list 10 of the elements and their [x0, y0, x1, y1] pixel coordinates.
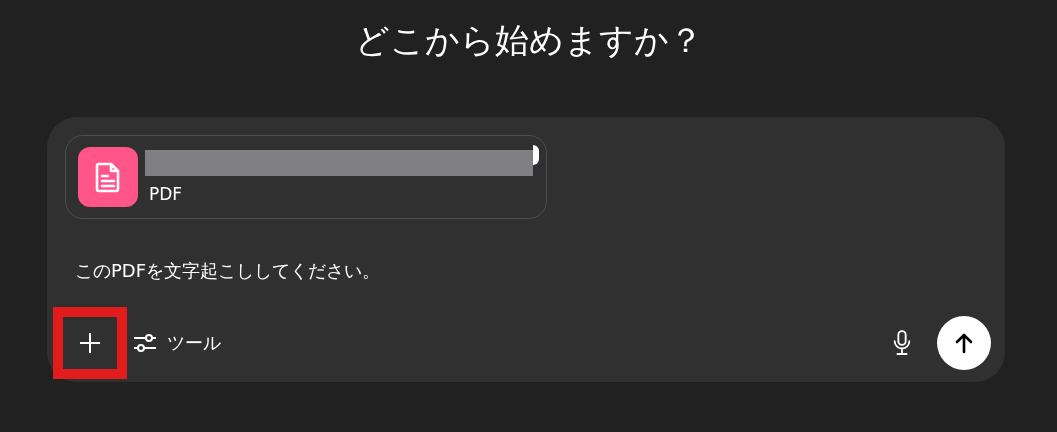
file-type-label: PDF	[148, 184, 184, 204]
microphone-icon[interactable]	[891, 329, 913, 357]
tools-button[interactable]: ツール	[129, 331, 225, 355]
remove-button[interactable]	[533, 145, 539, 165]
sliders-icon	[133, 331, 157, 355]
add-icon[interactable]	[78, 331, 102, 355]
prompt-text[interactable]: このPDFを文字起こししてください。	[65, 259, 1005, 283]
page-heading: どこから始めますか？	[353, 19, 704, 62]
send-button[interactable]	[937, 316, 991, 370]
document-icon	[78, 147, 138, 207]
